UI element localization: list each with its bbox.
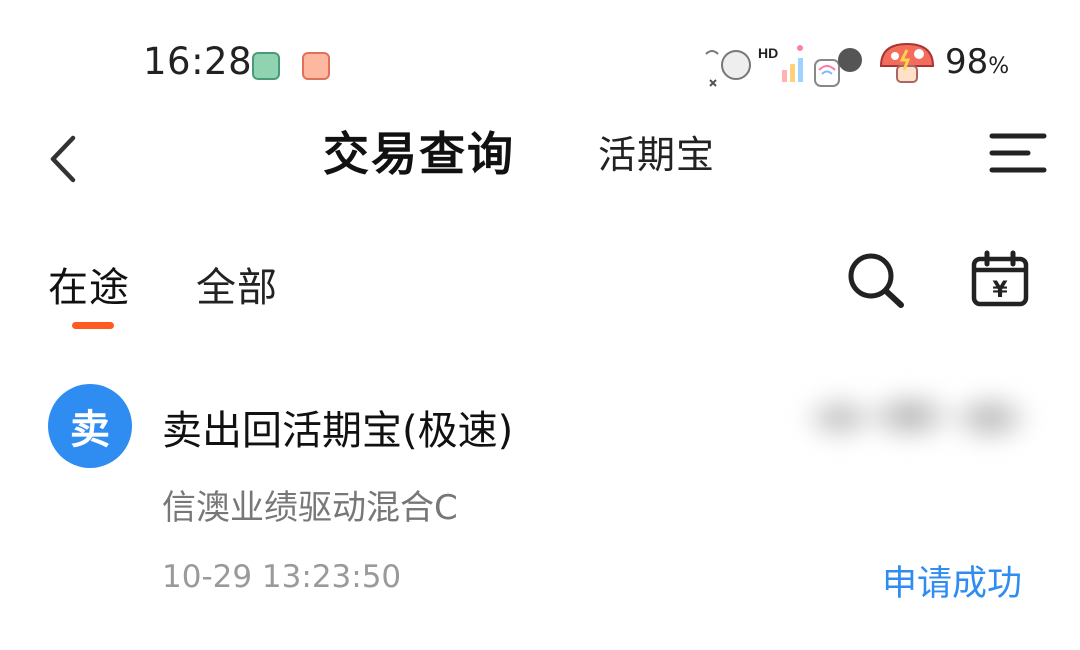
- sticker-icon: [302, 52, 330, 80]
- fund-name: 信澳业绩驱动混合C: [162, 488, 458, 528]
- hd-icon: HD: [758, 45, 778, 61]
- active-tab-indicator: [72, 322, 114, 329]
- yen-symbol: ¥: [992, 278, 1008, 303]
- status-icons: HD: [705, 45, 862, 87]
- transaction-time: 10-29 13:23:50: [162, 559, 402, 595]
- battery-mushroom-icon: [879, 42, 935, 83]
- tab-in-transit[interactable]: 在途: [48, 255, 130, 313]
- page-title: 交易查询: [323, 127, 515, 181]
- battery-level: 98%: [945, 42, 1010, 82]
- blurred-amount: [770, 378, 1040, 458]
- back-chevron-left-icon[interactable]: [45, 134, 81, 184]
- page-subtitle: 活期宝: [598, 133, 716, 177]
- search-icon[interactable]: [845, 250, 907, 310]
- signal-icon: [782, 45, 803, 82]
- transaction-type-avatar: 卖: [48, 384, 132, 468]
- status-time: 16:28: [143, 40, 253, 83]
- transaction-title[interactable]: 卖出回活期宝(极速): [162, 398, 513, 456]
- sticker-icon: [252, 52, 280, 80]
- transaction-status: 申请成功: [882, 564, 1023, 604]
- nfc-icon: [705, 50, 751, 87]
- tab-all[interactable]: 全部: [196, 255, 278, 313]
- calendar-yen-icon[interactable]: ¥: [970, 250, 1030, 308]
- wifi-icon: [814, 48, 862, 87]
- menu-icon[interactable]: [988, 130, 1048, 176]
